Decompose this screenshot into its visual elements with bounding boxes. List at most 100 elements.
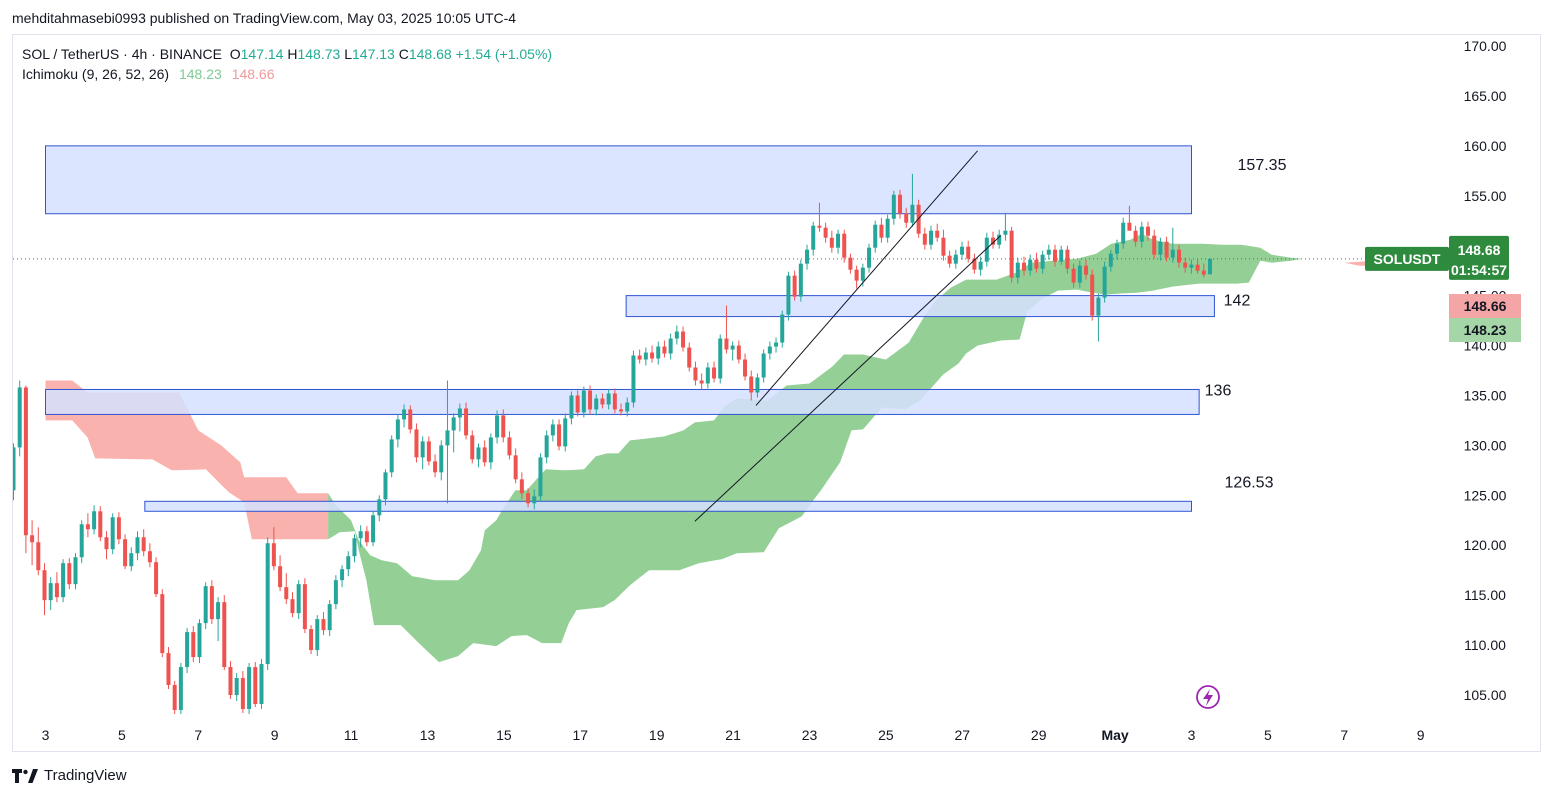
candle bbox=[736, 340, 741, 364]
candle bbox=[17, 380, 22, 457]
support-resistance-zone[interactable] bbox=[625, 295, 1215, 318]
y-axis-tick-label: 105.00 bbox=[1464, 687, 1507, 703]
candle bbox=[823, 222, 828, 243]
candle bbox=[891, 190, 896, 225]
candle bbox=[371, 511, 376, 547]
y-axis-tick-label: 130.00 bbox=[1464, 437, 1507, 453]
zone-price-label: 126.53 bbox=[1225, 474, 1274, 491]
candle bbox=[154, 557, 159, 598]
candle bbox=[426, 436, 431, 466]
candle bbox=[550, 419, 555, 442]
legend-ohlc-row: SOL / TetherUS · 4h · BINANCE O147.14 H1… bbox=[22, 44, 552, 64]
candle bbox=[284, 573, 289, 605]
candle bbox=[36, 527, 41, 576]
legend-low-label: L bbox=[344, 46, 352, 62]
candle bbox=[172, 681, 177, 714]
candle bbox=[563, 413, 568, 452]
candle bbox=[203, 582, 208, 630]
candle bbox=[296, 580, 301, 620]
legend-indicator-value-1: 148.23 bbox=[178, 66, 222, 82]
candle bbox=[377, 495, 382, 522]
support-resistance-zone[interactable] bbox=[45, 145, 1192, 215]
x-axis-tick-label: 5 bbox=[118, 727, 126, 743]
legend-symbol[interactable]: SOL / TetherUS · 4h · BINANCE bbox=[22, 46, 222, 62]
candle bbox=[414, 423, 419, 463]
candle bbox=[265, 537, 270, 671]
x-axis-tick-label: 17 bbox=[573, 727, 589, 743]
support-resistance-zone[interactable] bbox=[144, 500, 1193, 512]
candle bbox=[141, 529, 146, 557]
candle bbox=[123, 534, 128, 570]
candle bbox=[470, 430, 475, 464]
candle bbox=[364, 526, 369, 547]
x-axis-tick-label: 5 bbox=[1264, 727, 1272, 743]
legend-indicator-value-2: 148.66 bbox=[231, 66, 275, 82]
candle bbox=[941, 229, 946, 261]
candle bbox=[557, 419, 562, 451]
candle bbox=[240, 671, 245, 713]
candle bbox=[972, 253, 977, 274]
y-axis-tick-label: 165.00 bbox=[1464, 88, 1507, 104]
tradingview-logo[interactable]: TradingView bbox=[12, 767, 127, 784]
candle bbox=[929, 225, 934, 250]
candle bbox=[79, 520, 84, 564]
candle bbox=[656, 341, 661, 365]
candle bbox=[674, 325, 679, 345]
candle bbox=[650, 345, 655, 363]
candle bbox=[327, 600, 332, 637]
candle bbox=[216, 597, 221, 642]
candle bbox=[544, 430, 549, 464]
candle bbox=[681, 326, 686, 352]
current-price-label: 148.68 bbox=[1458, 242, 1501, 258]
candle bbox=[712, 361, 717, 383]
candle bbox=[730, 341, 735, 361]
candle bbox=[662, 340, 667, 358]
candle bbox=[774, 337, 779, 353]
candle bbox=[569, 391, 574, 425]
candle bbox=[420, 436, 425, 470]
candle bbox=[160, 589, 165, 658]
candle bbox=[54, 572, 59, 603]
candle bbox=[873, 220, 878, 253]
candle bbox=[383, 469, 388, 506]
candle bbox=[507, 431, 512, 460]
candle bbox=[718, 334, 723, 384]
candle bbox=[13, 443, 16, 501]
candle bbox=[209, 580, 214, 625]
candle bbox=[488, 433, 493, 470]
price-chart[interactable]: 157.35 142 136 126.53 170.00 165.00 160.00 155.… bbox=[0, 0, 1554, 798]
x-axis-tick-label: 3 bbox=[42, 727, 50, 743]
legend-change: +1.54 (+1.05%) bbox=[455, 46, 553, 62]
y-axis-tick-label: 120.00 bbox=[1464, 537, 1507, 553]
candle bbox=[705, 362, 710, 389]
x-axis-tick-label: 25 bbox=[878, 727, 894, 743]
candle bbox=[743, 353, 748, 381]
x-axis-tick-label: 9 bbox=[271, 727, 279, 743]
x-axis-tick-label: 11 bbox=[344, 727, 359, 743]
candle bbox=[476, 443, 481, 468]
legend-indicator-name[interactable]: Ichimoku (9, 26, 52, 26) bbox=[22, 66, 169, 82]
candle bbox=[693, 361, 698, 386]
candle bbox=[48, 577, 53, 611]
candle bbox=[191, 626, 196, 663]
candle bbox=[1046, 244, 1051, 260]
kijun-tag-label: 148.66 bbox=[1464, 298, 1507, 314]
bar-countdown-label: 01:54:57 bbox=[1451, 262, 1507, 278]
candle bbox=[85, 513, 90, 538]
candle bbox=[166, 647, 171, 690]
candle bbox=[867, 243, 872, 273]
candle bbox=[482, 440, 487, 467]
candle bbox=[92, 505, 97, 535]
candle bbox=[116, 512, 121, 545]
candle bbox=[228, 661, 233, 699]
candle bbox=[885, 214, 890, 243]
candle bbox=[842, 229, 847, 263]
candle bbox=[67, 558, 72, 590]
candle bbox=[780, 310, 785, 348]
candle bbox=[234, 673, 239, 701]
chart-legend: SOL / TetherUS · 4h · BINANCE O147.14 H1… bbox=[22, 44, 552, 84]
trendline[interactable] bbox=[694, 235, 1001, 522]
candle bbox=[631, 350, 636, 408]
x-axis-tick-label: 9 bbox=[1417, 727, 1425, 743]
candle bbox=[433, 454, 438, 478]
